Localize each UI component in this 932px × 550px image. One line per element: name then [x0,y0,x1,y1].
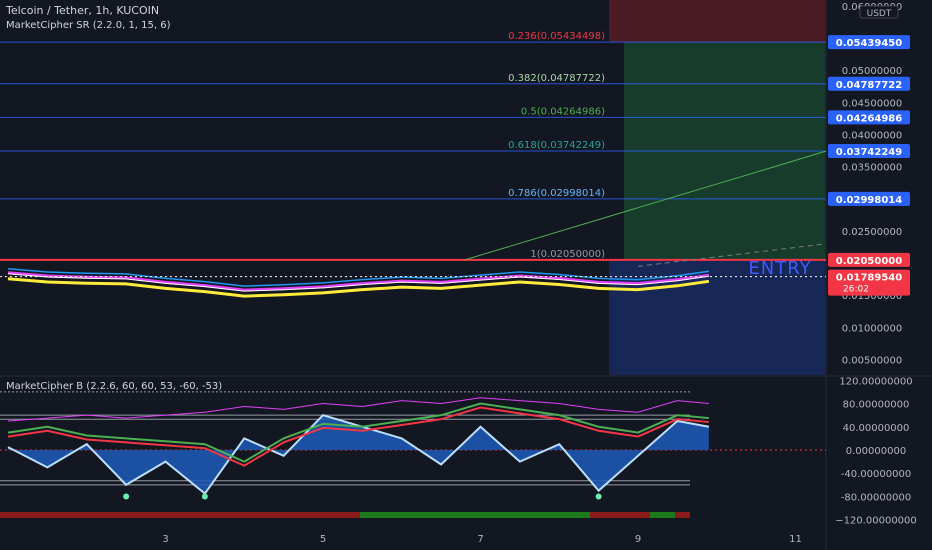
price-tick-3: 0.04000000 [842,130,902,141]
fib-axis-value-2: 0.04264986 [836,113,902,124]
osc-tick-6: −120.00000000 [835,516,917,527]
entry-label: ENTRY [748,258,811,279]
osc-tick-5: -80.00000000 [841,492,911,503]
price-tick-7: 0.01000000 [842,323,902,334]
indicator-b-label[interactable]: MarketCipher B (2.2.6, 60, 60, 53, -60, … [6,381,222,392]
fib-label-1: 0.382(0.04787722) [508,73,605,84]
signal-bar-green-0 [360,512,420,518]
fib-label-0: 0.236(0.05434498) [508,31,605,42]
osc-rsi-line [7,397,709,422]
fib-axis-value-5: 0.02050000 [836,256,902,267]
signal-bar-green-2 [650,512,675,518]
x-tick-4: 11 [789,534,802,545]
indicator-sr-label[interactable]: MarketCipher SR (2.2.0, 1, 15, 6) [6,20,171,31]
osc-tick-4: -40.00000000 [841,469,911,480]
fib-axis-value-1: 0.04787722 [836,80,902,91]
current-price-value: 0.01789540 [836,273,902,284]
price-tick-5: 0.02500000 [842,227,902,238]
price-tick-8: 0.00500000 [842,356,902,367]
fib-axis-value-3: 0.03742249 [836,147,902,158]
countdown-value: 26:02 [843,285,869,295]
osc-tick-2: 40.00000000 [843,423,910,434]
fib-label-3: 0.618(0.03742249) [508,140,605,151]
fib-label-2: 0.5(0.04264986) [521,106,605,117]
stop-loss-zone [609,0,825,43]
price-tick-4: 0.03500000 [842,163,902,174]
osc-buy-dot-5 [201,493,208,500]
symbol-title[interactable]: Telcoin / Tether, 1h, KUCOIN [6,4,159,17]
price-tick-1: 0.05000000 [842,66,902,77]
x-tick-2: 7 [477,534,483,545]
signal-bar-green-1 [420,512,590,518]
x-tick-0: 3 [162,534,168,545]
osc-tick-3: 0.00000000 [846,446,906,457]
fib-label-5: 1(0.02050000) [530,249,605,260]
fib-axis-value-4: 0.02998014 [836,195,902,206]
fib-axis-value-0: 0.05439450 [836,38,902,49]
x-tick-1: 5 [320,534,326,545]
trading-chart[interactable]: 0.236(0.05434498) 0.05439450 0.382(0.04787… [0,0,932,550]
x-tick-3: 9 [635,534,641,545]
osc-buy-dot-3 [123,493,130,500]
price-tick-2: 0.04500000 [842,98,902,109]
fib-label-4: 0.786(0.02998014) [508,188,605,199]
osc-tick-0: 120.00000000 [839,376,912,387]
osc-buy-dot-15 [595,493,602,500]
osc-tick-1: 80.00000000 [843,400,910,411]
currency-label: USDT [867,9,892,19]
